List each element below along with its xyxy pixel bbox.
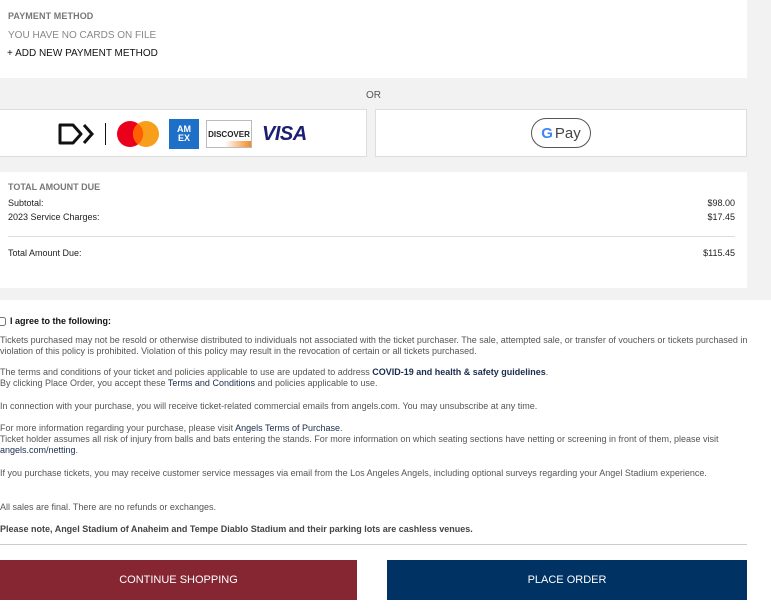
agree-checkbox[interactable] [0, 316, 6, 326]
customer-service-text: If you purchase tickets, you may receive… [0, 468, 707, 478]
add-payment-method-link[interactable]: + ADD NEW PAYMENT METHOD [7, 48, 158, 59]
amex-bottom-text: EX [177, 133, 190, 143]
purchase-info-suffix: . [340, 423, 343, 433]
subtotal-label: Subtotal: [8, 198, 44, 208]
google-pay-button[interactable]: G Pay [375, 109, 747, 157]
covid-terms-text: The terms and conditions of your ticket … [0, 367, 748, 378]
covid-guidelines-link[interactable]: COVID-19 and health & safety guidelines [372, 367, 546, 377]
covid-terms-suffix: . [545, 367, 549, 377]
google-g-icon: G [541, 124, 553, 142]
purchase-info-prefix: For more information regarding your purc… [0, 423, 236, 433]
mastercard-icon [115, 119, 161, 149]
netting-suffix: . [75, 445, 79, 455]
logo-divider [105, 123, 106, 145]
google-pay-label: Pay [554, 124, 581, 142]
service-charges-label: 2023 Service Charges: [8, 212, 100, 222]
commercial-emails-text: In connection with your purchase, you wi… [0, 401, 538, 411]
acceptance-prefix: By clicking Place Order, you accept thes… [0, 378, 168, 388]
visa-icon: VISA [262, 122, 307, 145]
or-separator: OR [366, 90, 381, 101]
service-charges-row: 2023 Service Charges: $17.45 [8, 212, 735, 222]
card-payment-button[interactable]: AM EX DISCOVER VISA [0, 109, 367, 157]
payment-method-title: PAYMENT METHOD [8, 11, 94, 21]
continue-shopping-button[interactable]: CONTINUE SHOPPING [0, 560, 357, 600]
angels-terms-of-purchase-link[interactable]: Angels Terms of Purchase [235, 423, 340, 433]
discover-icon: DISCOVER [206, 120, 252, 148]
agree-label: I agree to the following: [10, 316, 111, 326]
netting-prefix: Ticket holder assumes all risk of injury… [0, 434, 719, 444]
no-cards-message: YOU HAVE NO CARDS ON FILE [8, 30, 157, 41]
payment-method-card: PAYMENT METHOD YOU HAVE NO CARDS ON FILE… [0, 0, 747, 78]
total-divider [8, 236, 735, 237]
google-pay-badge: G Pay [531, 118, 591, 148]
netting-link[interactable]: angels.com/netting [0, 445, 76, 455]
checkout-summary-area: PAYMENT METHOD YOU HAVE NO CARDS ON FILE… [0, 0, 771, 300]
no-refunds-text: All sales are final. There are no refund… [0, 502, 216, 512]
total-due-label: Total Amount Due: [8, 248, 82, 258]
netting-risk-text: Ticket holder assumes all risk of injury… [0, 434, 748, 456]
total-amount-card: TOTAL AMOUNT DUE Subtotal: $98.00 2023 S… [0, 172, 747, 288]
amex-icon: AM EX [169, 119, 199, 149]
subtotal-row: Subtotal: $98.00 [8, 198, 735, 208]
contactless-pay-icon [57, 121, 97, 147]
card-logos: AM EX DISCOVER VISA [57, 119, 307, 149]
cashless-venue-note: Please note, Angel Stadium of Anaheim an… [0, 524, 473, 534]
discover-text: DISCOVER [208, 129, 250, 139]
terms-and-conditions-link[interactable]: Terms and Conditions [168, 378, 255, 388]
acceptance-suffix: and policies applicable to use. [254, 378, 378, 388]
place-order-acceptance-text: By clicking Place Order, you accept thes… [0, 378, 748, 389]
total-due-value: $115.45 [703, 248, 735, 258]
total-due-row: Total Amount Due: $115.45 [8, 248, 735, 258]
agree-checkbox-row[interactable]: I agree to the following: [0, 316, 111, 326]
covid-terms-prefix: The terms and conditions of your ticket … [0, 367, 373, 377]
resale-policy-text: Tickets purchased may not be resold or o… [0, 335, 748, 356]
service-charges-value: $17.45 [707, 212, 735, 222]
terms-divider [0, 544, 747, 545]
terms-of-purchase-text: For more information regarding your purc… [0, 423, 748, 434]
place-order-button[interactable]: PLACE ORDER [387, 560, 747, 600]
total-amount-title: TOTAL AMOUNT DUE [8, 182, 101, 192]
subtotal-value: $98.00 [707, 198, 735, 208]
